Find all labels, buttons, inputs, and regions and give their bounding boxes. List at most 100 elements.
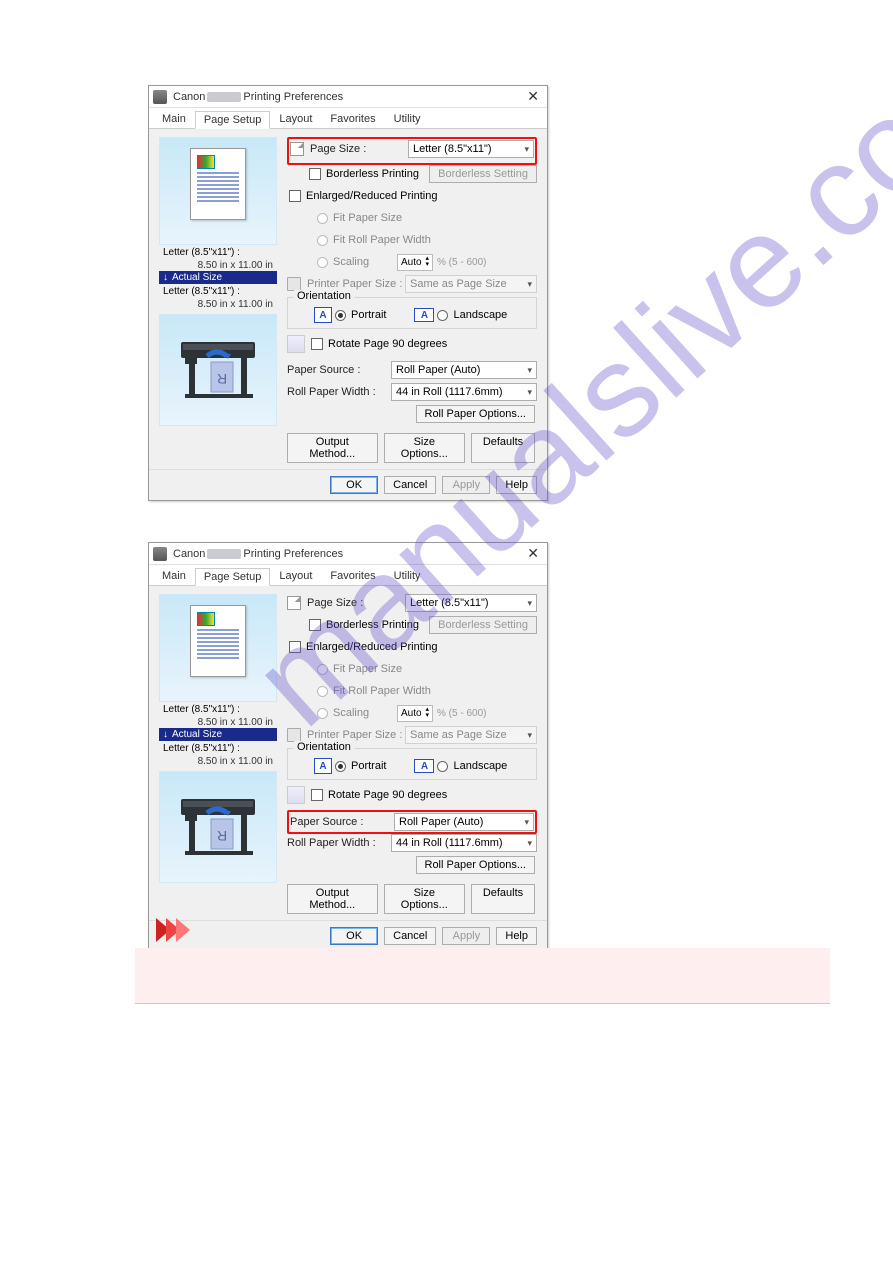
window-title: CanonPrinting Preferences — [173, 91, 523, 103]
app-icon — [153, 90, 167, 104]
size-options-button[interactable]: Size Options... — [384, 433, 465, 463]
tab-favorites[interactable]: Favorites — [321, 110, 384, 128]
printing-preferences-dialog-2: CanonPrinting Preferences ✕ Main Page Se… — [148, 542, 548, 952]
page-icon — [287, 596, 301, 610]
paper-source-label: Paper Source : — [290, 816, 394, 828]
tab-page-setup[interactable]: Page Setup — [195, 568, 271, 586]
enlarged-label: Enlarged/Reduced Printing — [306, 641, 437, 653]
important-note-band — [135, 948, 830, 1004]
printer-page-icon — [287, 728, 301, 742]
tab-utility[interactable]: Utility — [385, 110, 430, 128]
fit-roll-width-radio — [317, 686, 328, 697]
landscape-label: Landscape — [453, 760, 507, 772]
page-icon — [290, 142, 304, 156]
roll-width-select[interactable]: 44 in Roll (1117.6mm)▾ — [391, 383, 537, 401]
tab-layout[interactable]: Layout — [270, 110, 321, 128]
chevron-down-icon: ▾ — [527, 365, 532, 376]
chevron-down-icon: ▾ — [527, 730, 532, 741]
printer-page-icon — [287, 277, 301, 291]
help-button[interactable]: Help — [496, 476, 537, 494]
page-size-label: Page Size : — [310, 143, 408, 155]
preview-info-page-dim: 8.50 in x 11.00 in — [159, 260, 277, 271]
rotate-checkbox[interactable] — [311, 338, 323, 350]
preview-info-paper-dim: 8.50 in x 11.00 in — [159, 299, 277, 310]
tab-favorites[interactable]: Favorites — [321, 567, 384, 585]
tab-main[interactable]: Main — [153, 567, 195, 585]
scaling-input: Auto▴▾ — [397, 254, 433, 271]
enlarged-checkbox[interactable] — [289, 190, 301, 202]
roll-paper-options-button[interactable]: Roll Paper Options... — [416, 405, 536, 423]
borderless-checkbox[interactable] — [309, 168, 321, 180]
landscape-radio[interactable] — [437, 310, 448, 321]
fit-paper-size-radio — [317, 213, 328, 224]
apply-button: Apply — [442, 927, 490, 945]
window-title: CanonPrinting Preferences — [173, 548, 523, 560]
cancel-button[interactable]: Cancel — [384, 476, 436, 494]
portrait-icon: A — [314, 307, 332, 323]
fit-paper-size-label: Fit Paper Size — [333, 663, 402, 675]
roll-width-label: Roll Paper Width : — [287, 837, 391, 849]
output-method-button[interactable]: Output Method... — [287, 884, 378, 914]
rotate-label: Rotate Page 90 degrees — [328, 789, 447, 801]
page-preview — [159, 137, 277, 245]
borderless-checkbox[interactable] — [309, 619, 321, 631]
paper-source-select[interactable]: Roll Paper (Auto)▾ — [394, 813, 534, 831]
page-size-select[interactable]: Letter (8.5"x11")▾ — [408, 140, 534, 158]
rotate-checkbox[interactable] — [311, 789, 323, 801]
chevron-down-icon: ▾ — [527, 838, 532, 849]
important-chevron-icon — [156, 918, 186, 942]
borderless-setting-button: Borderless Setting — [429, 165, 537, 183]
preview-info-paper-dim: 8.50 in x 11.00 in — [159, 756, 277, 767]
page-preview — [159, 594, 277, 702]
tab-main[interactable]: Main — [153, 110, 195, 128]
size-options-button[interactable]: Size Options... — [384, 884, 465, 914]
cancel-button[interactable]: Cancel — [384, 927, 436, 945]
preview-info-page: Letter (8.5"x11") : — [159, 702, 277, 717]
ok-button[interactable]: OK — [330, 476, 378, 494]
borderless-label: Borderless Printing — [326, 168, 419, 180]
orientation-label: Orientation — [294, 290, 354, 302]
roll-width-select[interactable]: 44 in Roll (1117.6mm)▾ — [391, 834, 537, 852]
output-method-button[interactable]: Output Method... — [287, 433, 378, 463]
portrait-radio[interactable] — [335, 761, 346, 772]
chevron-down-icon: ▾ — [527, 598, 532, 609]
page-size-select[interactable]: Letter (8.5"x11")▾ — [405, 594, 537, 612]
scaling-range: % (5 - 600) — [437, 708, 486, 719]
titlebar: CanonPrinting Preferences ✕ — [149, 86, 547, 108]
roll-paper-options-button[interactable]: Roll Paper Options... — [416, 856, 536, 874]
tab-bar: Main Page Setup Layout Favorites Utility — [149, 108, 547, 129]
printing-preferences-dialog-1: CanonPrinting Preferences ✕ Main Page Se… — [148, 85, 548, 501]
tab-page-setup[interactable]: Page Setup — [195, 111, 271, 129]
ok-button[interactable]: OK — [330, 927, 378, 945]
enlarged-checkbox[interactable] — [289, 641, 301, 653]
portrait-radio[interactable] — [335, 310, 346, 321]
enlarged-label: Enlarged/Reduced Printing — [306, 190, 437, 202]
svg-text:R: R — [217, 371, 227, 387]
page-size-highlight: Page Size : Letter (8.5"x11")▾ — [287, 137, 537, 165]
titlebar: CanonPrinting Preferences ✕ — [149, 543, 547, 565]
rotate-icon — [287, 786, 305, 804]
printer-paper-size-select: Same as Page Size▾ — [405, 275, 537, 293]
defaults-button[interactable]: Defaults — [471, 884, 535, 914]
fit-roll-width-label: Fit Roll Paper Width — [333, 685, 431, 697]
roll-width-label: Roll Paper Width : — [287, 386, 391, 398]
tab-layout[interactable]: Layout — [270, 567, 321, 585]
landscape-label: Landscape — [453, 309, 507, 321]
orientation-group: Orientation A Portrait A Landscape — [287, 748, 537, 780]
app-icon — [153, 547, 167, 561]
fit-paper-size-label: Fit Paper Size — [333, 212, 402, 224]
defaults-button[interactable]: Defaults — [471, 433, 535, 463]
landscape-radio[interactable] — [437, 761, 448, 772]
chevron-down-icon: ▾ — [527, 387, 532, 398]
orientation-label: Orientation — [294, 741, 354, 753]
close-icon[interactable]: ✕ — [523, 545, 543, 562]
tab-utility[interactable]: Utility — [385, 567, 430, 585]
help-button[interactable]: Help — [496, 927, 537, 945]
portrait-label: Portrait — [351, 760, 386, 772]
paper-source-highlight: Paper Source : Roll Paper (Auto)▾ — [287, 810, 537, 834]
preview-info-paper: Letter (8.5"x11") : — [159, 741, 277, 756]
close-icon[interactable]: ✕ — [523, 88, 543, 105]
rotate-label: Rotate Page 90 degrees — [328, 338, 447, 350]
paper-source-select[interactable]: Roll Paper (Auto)▾ — [391, 361, 537, 379]
scaling-label: Scaling — [333, 256, 397, 268]
